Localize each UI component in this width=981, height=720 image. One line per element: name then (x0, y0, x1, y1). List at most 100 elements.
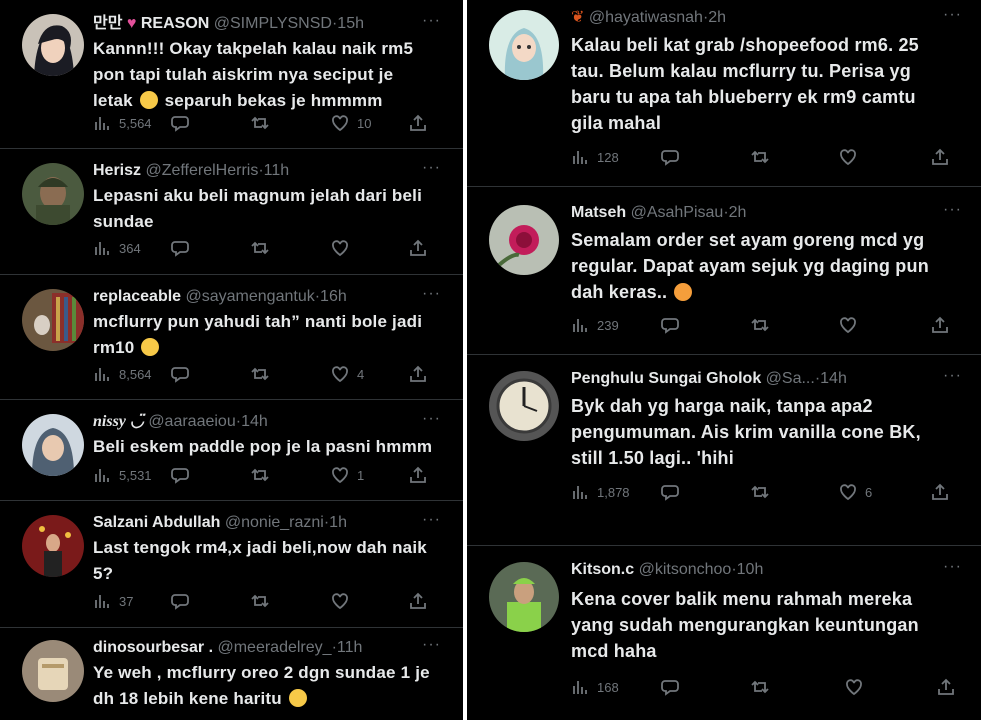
more-icon[interactable]: ··· (943, 367, 962, 385)
author-name-suffix[interactable]: REASON (141, 15, 209, 32)
timestamp[interactable]: 1h (329, 514, 347, 531)
tweet[interactable]: Salzani Abdullah @nonie_razni·1h ··· Las… (0, 501, 463, 628)
retweet-button[interactable] (751, 148, 769, 166)
share-button[interactable] (937, 678, 955, 696)
like-button[interactable] (839, 316, 857, 334)
retweet-button[interactable] (751, 316, 769, 334)
avatar[interactable] (489, 10, 559, 80)
views-button[interactable]: 5,531 (93, 466, 152, 484)
timestamp[interactable]: 14h (241, 413, 268, 430)
reply-button[interactable] (171, 239, 189, 257)
tweet[interactable]: ❦ @hayatiwasnah·2h ··· Kalau beli kat gr… (467, 0, 981, 187)
avatar[interactable] (22, 14, 84, 76)
share-button[interactable] (931, 148, 949, 166)
more-icon[interactable]: ··· (422, 159, 441, 177)
retweet-button[interactable] (251, 114, 269, 132)
avatar[interactable] (22, 163, 84, 225)
share-button[interactable] (409, 592, 427, 610)
author-name[interactable]: dinosourbesar . (93, 639, 213, 656)
reply-button[interactable] (171, 365, 189, 383)
retweet-button[interactable] (751, 678, 769, 696)
retweet-button[interactable] (251, 466, 269, 484)
views-button[interactable]: 1,878 (571, 483, 630, 501)
tweet[interactable]: nissy ◡̈ @aaraaeiou·14h ··· Beli eskem p… (0, 400, 463, 501)
more-icon[interactable]: ··· (943, 6, 962, 24)
avatar[interactable] (22, 289, 84, 351)
tweet[interactable]: Penghulu Sungai Gholok @Sa...·14h ··· By… (467, 355, 981, 546)
author-name[interactable]: Salzani Abdullah (93, 514, 220, 531)
reply-button[interactable] (171, 466, 189, 484)
author-handle[interactable]: @sayamengantuk (186, 288, 315, 305)
views-button[interactable]: 37 (93, 592, 133, 610)
author-name[interactable]: 만만 (93, 15, 122, 32)
like-button[interactable] (839, 148, 857, 166)
timestamp[interactable]: 15h (337, 15, 364, 32)
timestamp[interactable]: 14h (820, 370, 847, 387)
author-handle[interactable]: @aaraaeiou (148, 413, 235, 430)
timestamp[interactable]: 2h (729, 204, 747, 221)
more-icon[interactable]: ··· (943, 558, 962, 576)
reply-button[interactable] (661, 316, 679, 334)
author-handle[interactable]: @meeradelrey_ (217, 639, 331, 656)
like-button[interactable]: 10 (331, 114, 371, 132)
share-button[interactable] (409, 365, 427, 383)
author-name[interactable]: Kitson.c (571, 561, 634, 578)
tweet[interactable]: 만만 ♥ REASON @SIMPLYSNSD·15h ··· Kannn!!!… (0, 0, 463, 149)
author-handle[interactable]: @kitsonchoo (639, 561, 732, 578)
tweet[interactable]: Matseh @AsahPisau·2h ··· Semalam order s… (467, 187, 981, 355)
more-icon[interactable]: ··· (422, 285, 441, 303)
timestamp[interactable]: 11h (264, 162, 290, 179)
author-name[interactable]: Matseh (571, 204, 626, 221)
author-handle[interactable]: @nonie_razni (225, 514, 324, 531)
views-button[interactable]: 5,564 (93, 114, 152, 132)
timestamp[interactable]: 16h (320, 288, 347, 305)
views-button[interactable]: 128 (571, 148, 619, 166)
author-name[interactable]: replaceable (93, 288, 181, 305)
views-button[interactable]: 8,564 (93, 365, 152, 383)
avatar[interactable] (22, 515, 84, 577)
views-button[interactable]: 239 (571, 316, 619, 334)
like-button[interactable] (331, 592, 349, 610)
retweet-button[interactable] (251, 239, 269, 257)
timestamp[interactable]: 10h (737, 561, 764, 578)
avatar[interactable] (22, 640, 84, 702)
like-button[interactable] (331, 239, 349, 257)
views-button[interactable]: 364 (93, 239, 141, 257)
retweet-button[interactable] (251, 592, 269, 610)
more-icon[interactable]: ··· (422, 12, 441, 30)
reply-button[interactable] (661, 483, 679, 501)
like-button[interactable]: 1 (331, 466, 364, 484)
author-handle[interactable]: @SIMPLYSNSD (214, 15, 332, 32)
tweet[interactable]: Kitson.c @kitsonchoo·10h ··· Kena cover … (467, 546, 981, 720)
more-icon[interactable]: ··· (422, 410, 441, 428)
like-button[interactable]: 6 (839, 483, 872, 501)
tweet[interactable]: dinosourbesar . @meeradelrey_·11h ··· Ye… (0, 628, 463, 720)
reply-button[interactable] (661, 148, 679, 166)
retweet-button[interactable] (251, 365, 269, 383)
timestamp[interactable]: 2h (708, 9, 726, 26)
tweet[interactable]: replaceable @sayamengantuk·16h ··· mcflu… (0, 275, 463, 400)
share-button[interactable] (931, 316, 949, 334)
author-name[interactable]: nissy ◡̈ (93, 413, 144, 430)
retweet-button[interactable] (751, 483, 769, 501)
share-button[interactable] (409, 239, 427, 257)
more-icon[interactable]: ··· (943, 201, 962, 219)
more-icon[interactable]: ··· (422, 636, 441, 654)
author-handle[interactable]: @ZefferelHerris (145, 162, 258, 179)
like-button[interactable] (845, 678, 863, 696)
author-handle[interactable]: @hayatiwasnah (589, 9, 703, 26)
author-handle[interactable]: @AsahPisau (631, 204, 724, 221)
avatar[interactable] (489, 371, 559, 441)
avatar[interactable] (489, 205, 559, 275)
share-button[interactable] (931, 483, 949, 501)
views-button[interactable]: 168 (571, 678, 619, 696)
reply-button[interactable] (171, 114, 189, 132)
avatar[interactable] (22, 414, 84, 476)
share-button[interactable] (409, 114, 427, 132)
timestamp[interactable]: 11h (337, 639, 363, 656)
avatar[interactable] (489, 562, 559, 632)
reply-button[interactable] (171, 592, 189, 610)
author-handle[interactable]: @Sa... (766, 370, 815, 387)
author-name[interactable]: Penghulu Sungai Gholok (571, 370, 761, 387)
reply-button[interactable] (661, 678, 679, 696)
